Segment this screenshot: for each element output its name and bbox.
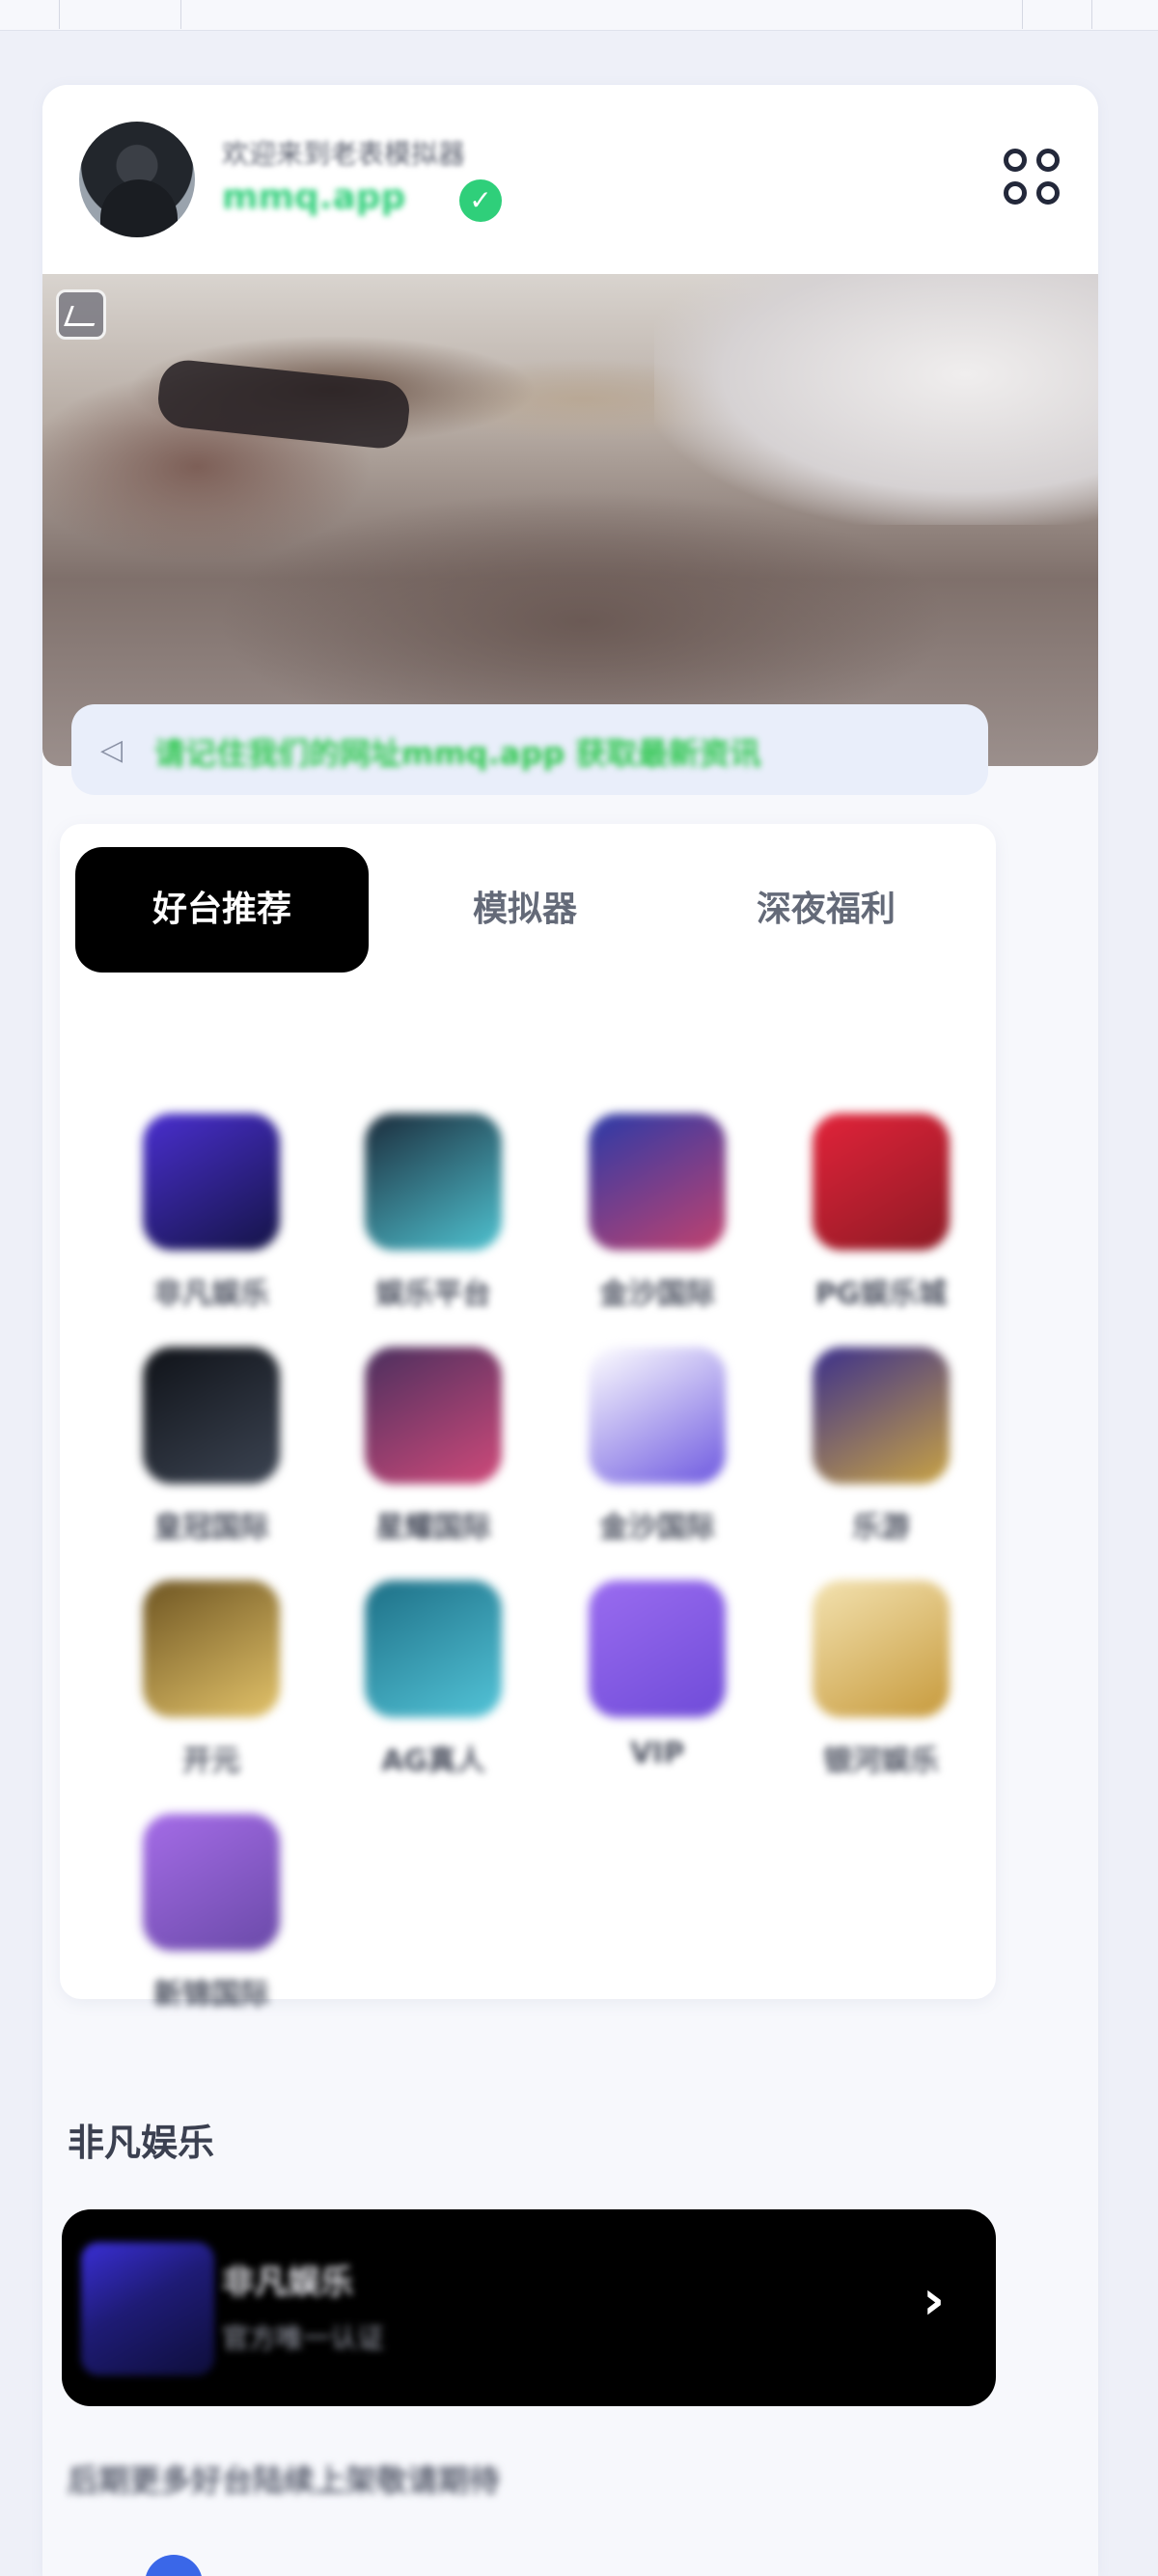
app-icon [143, 1814, 280, 1951]
tab-late-night[interactable]: 深夜福利 [679, 847, 973, 973]
app-icon [365, 1113, 502, 1250]
strip-divider [58, 0, 60, 29]
app-icon [143, 1113, 280, 1250]
profile-header: 欢迎来到老表模拟器 mmq.app ✓ [42, 85, 1098, 274]
app-tile[interactable]: 乐游 [776, 1347, 959, 1545]
app-tile[interactable]: 星耀国际 [328, 1347, 511, 1545]
tab-recommended[interactable]: 好台推荐 [75, 847, 369, 973]
image-icon [56, 289, 106, 340]
app-tile[interactable]: 新锦国际 [106, 1814, 290, 2012]
app-icon [143, 1580, 280, 1717]
app-label: 金沙国际 [599, 1511, 715, 1545]
app-label: 非凡娱乐 [153, 1277, 269, 1311]
tab-emulator[interactable]: 模拟器 [378, 847, 672, 973]
app-tile[interactable]: 娱乐平台 [328, 1113, 511, 1311]
app-label: 星耀国际 [375, 1511, 491, 1545]
app-tile[interactable]: PG娱乐城 [776, 1113, 959, 1311]
strip-divider [1029, 0, 1092, 29]
strip-divider [961, 0, 1023, 29]
featured-app-title: 非凡娱乐 [222, 2263, 353, 2302]
section-title: 非凡娱乐 [68, 2122, 215, 2164]
announcement-bar[interactable]: ◁ 请记住我们的网址mmq.app 获取最新资讯 [71, 704, 988, 795]
app-icon [589, 1347, 726, 1484]
app-label: VIP [629, 1737, 685, 1770]
chevron-right-icon: › [923, 2269, 946, 2332]
app-tile[interactable]: 金沙国际 [552, 1113, 735, 1311]
app-label: 开元 [182, 1744, 240, 1778]
app-icon [365, 1580, 502, 1717]
app-icon [813, 1347, 950, 1484]
app-label: PG娱乐城 [814, 1277, 948, 1311]
app-tile[interactable]: 皇冠国际 [106, 1347, 290, 1545]
welcome-text: 欢迎来到老表模拟器 [222, 138, 466, 170]
app-tile[interactable]: 非凡娱乐 [106, 1113, 290, 1311]
app-tile[interactable]: AG真人 [328, 1580, 511, 1778]
app-label: 新锦国际 [153, 1978, 269, 2012]
strip-divider [114, 0, 181, 29]
app-icon [813, 1113, 950, 1250]
banner-detail [155, 357, 412, 452]
app-label: 皇冠国际 [153, 1511, 269, 1545]
featured-app-subtitle: 官方唯一认证 [222, 2322, 385, 2354]
footer-text: 后期更多好台陆续上架敬请期待 [68, 2462, 501, 2499]
top-strip [0, 0, 1158, 31]
app-label: 银河娱乐 [823, 1744, 939, 1778]
app-label: 娱乐平台 [375, 1277, 491, 1311]
grid-menu-icon[interactable] [1000, 145, 1063, 208]
app-label: 金沙国际 [599, 1277, 715, 1311]
app-label: 乐游 [852, 1511, 910, 1545]
app-tile[interactable]: VIP [552, 1580, 735, 1773]
app-tile[interactable]: 开元 [106, 1580, 290, 1778]
app-tile[interactable]: 银河娱乐 [776, 1580, 959, 1778]
app-icon [365, 1347, 502, 1484]
site-name[interactable]: mmq.app [222, 178, 405, 217]
speaker-icon: ◁ [100, 733, 124, 767]
verified-icon: ✓ [459, 179, 502, 222]
app-icon [589, 1580, 726, 1717]
app-panel: 好台推荐 模拟器 深夜福利 非凡娱乐 娱乐平台 金沙国际 PG娱乐城 皇冠国际 星耀国际金… [60, 824, 996, 2012]
hero-banner[interactable] [42, 274, 1098, 766]
banner-highlight [654, 274, 1098, 525]
app-icon [813, 1580, 950, 1717]
announcement-text: 请记住我们的网址mmq.app 获取最新资讯 [154, 735, 761, 772]
featured-app-icon [81, 2242, 214, 2375]
app-icon [143, 1347, 280, 1484]
app-tile[interactable]: 金沙国际 [552, 1347, 735, 1545]
app-label: AG真人 [381, 1744, 485, 1778]
avatar[interactable] [79, 122, 195, 237]
featured-app-card[interactable]: 非凡娱乐 官方唯一认证 › [62, 2209, 996, 2406]
app-icon [589, 1113, 726, 1250]
